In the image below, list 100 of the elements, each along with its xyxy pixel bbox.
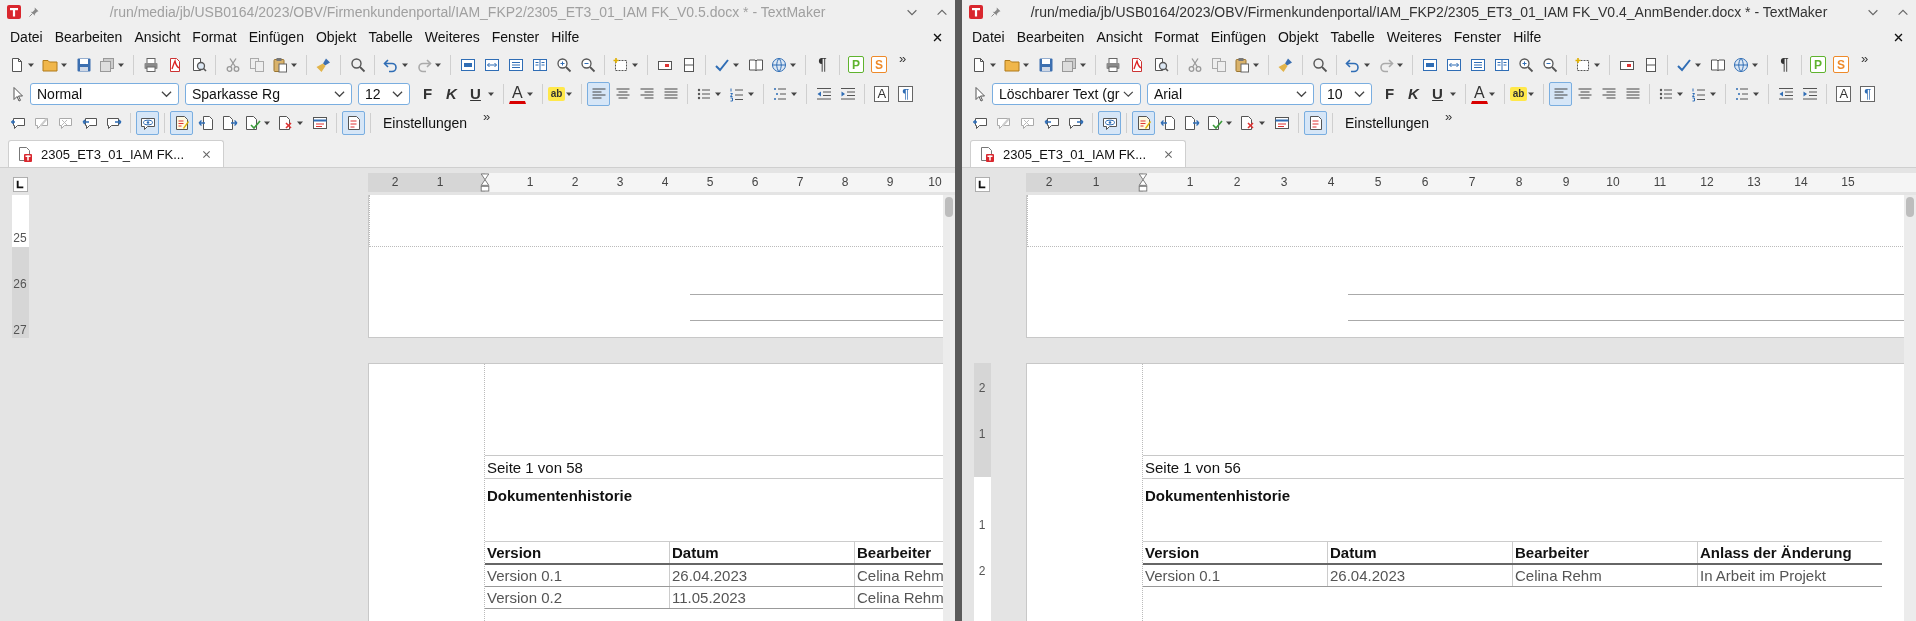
column-header: Datum xyxy=(669,541,855,564)
ruler-label: 8 xyxy=(1514,175,1524,189)
menu-item[interactable]: Weiteres xyxy=(1380,27,1448,47)
menu-item[interactable]: Format xyxy=(1148,27,1205,47)
indent-marker-icon[interactable] xyxy=(1138,173,1148,192)
menu-item[interactable]: Einfügen xyxy=(242,27,310,47)
menu-item[interactable]: Hilfe xyxy=(545,27,586,47)
window-title: /run/media/jb/USB0164/2023/OBV/Firmenkundenportal/IAM_FKP2/2305_ET3_01_IAM FK_V0.4_AnmBender.docx * - TextMaker xyxy=(1029,4,1829,20)
character-frame-button[interactable]: A xyxy=(1836,85,1852,102)
highlight-button[interactable]: ab xyxy=(1509,86,1528,101)
next-change-icon xyxy=(221,114,238,131)
menu-item[interactable]: Hilfe xyxy=(1507,27,1548,47)
paragraph-style-dropdown[interactable]: Löschbarer Text (gr xyxy=(992,82,1141,105)
text-style-button[interactable]: F xyxy=(1378,81,1401,106)
changes-panel-icon xyxy=(311,114,328,131)
pin-icon[interactable] xyxy=(990,6,1002,18)
menu-item[interactable]: Tabelle xyxy=(1324,27,1381,47)
ruler-label: 1 xyxy=(1185,175,1195,189)
formatting-marks-button[interactable]: ¶ xyxy=(811,52,834,77)
frame-icon xyxy=(613,56,629,73)
document-tab[interactable]: 2305_ET3_01_IAM FK... xyxy=(970,140,1187,167)
horizontal-ruler[interactable]: 2 1 1 2 3 4 5 6 7 8 9 10 11 12 13 14 15 xyxy=(1026,173,1916,192)
highlight-button[interactable]: ab xyxy=(547,86,566,101)
settings-button[interactable]: Einstellungen xyxy=(376,110,475,135)
pin-icon[interactable] xyxy=(28,6,40,18)
cut-icon xyxy=(1186,56,1203,73)
font-dropdown[interactable]: Sparkasse Rg xyxy=(185,82,352,105)
copy-icon xyxy=(1210,56,1227,73)
scrollbar-thumb[interactable] xyxy=(1906,197,1914,217)
track-changes-button[interactable] xyxy=(1132,110,1155,135)
formatting-marks-button[interactable]: ¶ xyxy=(1773,52,1796,77)
horizontal-ruler[interactable]: 2 1 1 2 3 4 5 6 7 8 9 10 xyxy=(368,173,955,192)
text-style-button[interactable]: U xyxy=(464,81,487,106)
text-style-button[interactable]: U xyxy=(1426,81,1449,106)
font-dropdown[interactable]: Arial xyxy=(1147,82,1314,105)
paste-icon xyxy=(1234,56,1250,73)
chevron-down-icon xyxy=(392,89,403,98)
show-changes-button[interactable] xyxy=(342,110,365,135)
toolbar-overflow-button[interactable]: » xyxy=(891,50,915,66)
font-size-dropdown[interactable]: 10 xyxy=(1320,82,1372,105)
full-page-icon xyxy=(1469,56,1486,73)
menu-item[interactable]: Ansicht xyxy=(1090,27,1149,47)
menu-item[interactable]: Einfügen xyxy=(1204,27,1272,47)
settings-button[interactable]: Einstellungen xyxy=(1338,110,1437,135)
align-right-icon xyxy=(1600,85,1617,102)
outline-list-icon xyxy=(1734,85,1751,102)
ruler-label: 1 xyxy=(435,175,445,189)
vertical-scrollbar[interactable] xyxy=(943,195,955,621)
scrollbar-thumb[interactable] xyxy=(945,197,953,217)
ruler-label: 6 xyxy=(1420,175,1430,189)
decrease-indent-icon xyxy=(1777,85,1794,102)
toolbar-overflow-button[interactable]: » xyxy=(1437,108,1461,124)
menu-item[interactable]: Datei xyxy=(4,27,49,47)
text-style-button[interactable]: F xyxy=(416,81,439,106)
character-frame-button[interactable]: A xyxy=(874,85,890,102)
document-tab[interactable]: 2305_ET3_01_IAM FK... xyxy=(8,140,225,167)
show-changes-button[interactable] xyxy=(1304,110,1327,135)
menu-item[interactable]: Bearbeiten xyxy=(48,27,129,47)
font-size-dropdown[interactable]: 12 xyxy=(358,82,410,105)
font-color-button[interactable]: A xyxy=(509,83,526,104)
menu-item[interactable]: Format xyxy=(186,27,243,47)
show-comments-button[interactable] xyxy=(136,110,159,135)
toolbar-overflow-button[interactable]: » xyxy=(475,108,499,124)
book-icon xyxy=(747,56,764,73)
vertical-scrollbar[interactable] xyxy=(1904,195,1916,621)
table-cell: 11.05.2023 xyxy=(669,586,855,609)
tab-stop-icon[interactable] xyxy=(974,177,990,192)
zoom-in-icon xyxy=(555,56,572,73)
align-center-icon xyxy=(614,85,631,102)
text-style-button[interactable]: K xyxy=(1402,81,1425,106)
vertical-ruler[interactable]: 25 26 27 xyxy=(11,195,29,338)
track-changes-icon xyxy=(1135,114,1152,131)
font-color-button[interactable]: A xyxy=(1471,83,1488,104)
vertical-ruler[interactable]: 2 1 xyxy=(973,363,991,477)
vertical-ruler[interactable]: 1 2 xyxy=(973,477,991,621)
toolbar-overflow-button[interactable]: » xyxy=(1853,50,1877,66)
menu-item[interactable]: Weiteres xyxy=(418,27,486,47)
menu-item[interactable]: Objekt xyxy=(1271,27,1325,47)
track-changes-button[interactable] xyxy=(170,110,193,135)
close-icon[interactable] xyxy=(1893,31,1904,43)
tab-stop-icon[interactable] xyxy=(12,177,28,192)
indent-marker-icon[interactable] xyxy=(480,173,490,192)
two-pages-icon xyxy=(1493,56,1510,73)
menu-item[interactable]: Datei xyxy=(966,27,1011,47)
menu-item[interactable]: Ansicht xyxy=(128,27,187,47)
menu-item[interactable]: Bearbeiten xyxy=(1010,27,1091,47)
table-cell: Version 0.1 xyxy=(485,564,670,587)
align-right-icon xyxy=(638,85,655,102)
menu-item[interactable]: Tabelle xyxy=(362,27,419,47)
paragraph-frame-button[interactable]: ¶ xyxy=(898,85,914,102)
menu-item[interactable]: Fenster xyxy=(485,27,546,47)
menu-item[interactable]: Fenster xyxy=(1447,27,1508,47)
paragraph-style-dropdown[interactable]: Normal xyxy=(30,82,179,105)
show-comments-button[interactable] xyxy=(1098,110,1121,135)
changes-panel-icon xyxy=(1273,114,1290,131)
menu-item[interactable]: Objekt xyxy=(309,27,363,47)
close-icon[interactable] xyxy=(932,31,943,43)
book-icon xyxy=(1709,56,1726,73)
text-style-button[interactable]: K xyxy=(440,81,463,106)
paragraph-frame-button[interactable]: ¶ xyxy=(1860,85,1876,102)
